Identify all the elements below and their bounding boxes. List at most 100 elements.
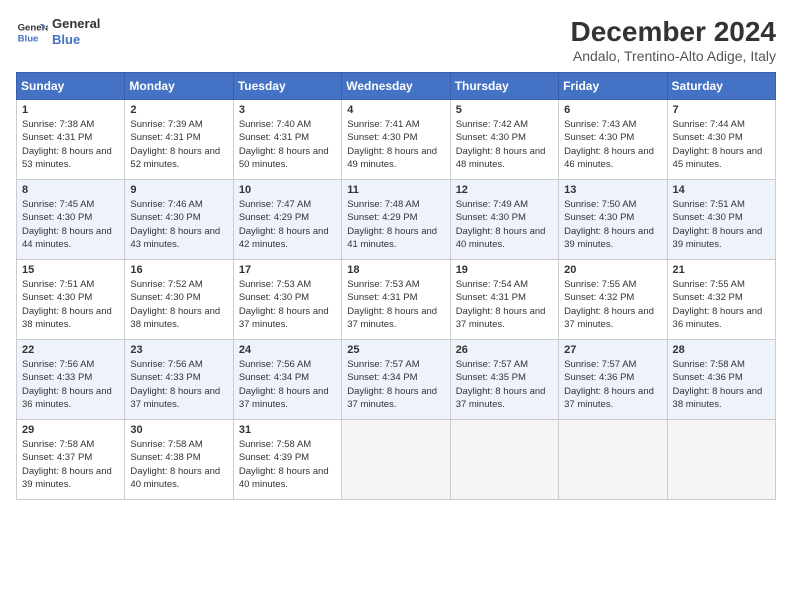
day-number: 3 [239, 104, 336, 116]
day-number: 17 [239, 264, 336, 276]
day-cell: 30 Sunrise: 7:58 AMSunset: 4:38 PMDayligh… [125, 420, 233, 500]
day-cell: 10 Sunrise: 7:47 AMSunset: 4:29 PMDayligh… [233, 180, 341, 260]
day-number: 26 [456, 344, 553, 356]
logo-text-blue: Blue [52, 32, 100, 48]
col-header-tuesday: Tuesday [233, 73, 341, 100]
day-info: Sunrise: 7:48 AMSunset: 4:29 PMDaylight:… [347, 198, 444, 251]
day-cell: 26 Sunrise: 7:57 AMSunset: 4:35 PMDayligh… [450, 340, 558, 420]
day-number: 30 [130, 424, 227, 436]
location-title: Andalo, Trentino-Alto Adige, Italy [571, 48, 776, 64]
day-number: 2 [130, 104, 227, 116]
day-cell: 11 Sunrise: 7:48 AMSunset: 4:29 PMDayligh… [342, 180, 450, 260]
day-info: Sunrise: 7:55 AMSunset: 4:32 PMDaylight:… [673, 278, 770, 331]
day-info: Sunrise: 7:51 AMSunset: 4:30 PMDaylight:… [22, 278, 119, 331]
day-number: 20 [564, 264, 661, 276]
day-info: Sunrise: 7:40 AMSunset: 4:31 PMDaylight:… [239, 118, 336, 171]
day-cell [450, 420, 558, 500]
day-cell: 27Sunrise: 7:57 AMSunset: 4:36 PMDayligh… [559, 340, 667, 420]
day-cell: 19 Sunrise: 7:54 AMSunset: 4:31 PMDayligh… [450, 260, 558, 340]
day-info: Sunrise: 7:46 AMSunset: 4:30 PMDaylight:… [130, 198, 227, 251]
day-cell: 5 Sunrise: 7:42 AMSunset: 4:30 PMDaylight… [450, 100, 558, 180]
day-number: 25 [347, 344, 444, 356]
logo-icon: General Blue [16, 16, 48, 48]
day-info: Sunrise: 7:50 AMSunset: 4:30 PMDaylight:… [564, 198, 661, 251]
day-number: 12 [456, 184, 553, 196]
day-cell: 28Sunrise: 7:58 AMSunset: 4:36 PMDayligh… [667, 340, 775, 420]
day-info: Sunrise: 7:58 AMSunset: 4:38 PMDaylight:… [130, 438, 227, 491]
day-info: Sunrise: 7:42 AMSunset: 4:30 PMDaylight:… [456, 118, 553, 171]
day-number: 10 [239, 184, 336, 196]
day-cell: 21 Sunrise: 7:55 AMSunset: 4:32 PMDayligh… [667, 260, 775, 340]
col-header-saturday: Saturday [667, 73, 775, 100]
col-header-wednesday: Wednesday [342, 73, 450, 100]
day-info: Sunrise: 7:56 AMSunset: 4:34 PMDaylight:… [239, 358, 336, 411]
day-number: 22 [22, 344, 119, 356]
day-number: 9 [130, 184, 227, 196]
day-number: 5 [456, 104, 553, 116]
day-info: Sunrise: 7:51 AMSunset: 4:30 PMDaylight:… [673, 198, 770, 251]
day-info: Sunrise: 7:53 AMSunset: 4:31 PMDaylight:… [347, 278, 444, 331]
day-info: Sunrise: 7:52 AMSunset: 4:30 PMDaylight:… [130, 278, 227, 331]
day-number: 31 [239, 424, 336, 436]
day-cell: 31 Sunrise: 7:58 AMSunset: 4:39 PMDayligh… [233, 420, 341, 500]
day-number: 27 [564, 344, 661, 356]
day-number: 6 [564, 104, 661, 116]
day-cell: 9 Sunrise: 7:46 AMSunset: 4:30 PMDaylight… [125, 180, 233, 260]
week-row-1: 1Sunrise: 7:38 AMSunset: 4:31 PMDaylight… [17, 100, 776, 180]
day-info: Sunrise: 7:44 AMSunset: 4:30 PMDaylight:… [673, 118, 770, 171]
day-info: Sunrise: 7:45 AMSunset: 4:30 PMDaylight:… [22, 198, 119, 251]
day-cell: 16Sunrise: 7:52 AMSunset: 4:30 PMDayligh… [125, 260, 233, 340]
week-row-5: 29 Sunrise: 7:58 AMSunset: 4:37 PMDayligh… [17, 420, 776, 500]
day-cell: 22Sunrise: 7:56 AMSunset: 4:33 PMDayligh… [17, 340, 125, 420]
day-cell: 3 Sunrise: 7:40 AMSunset: 4:31 PMDaylight… [233, 100, 341, 180]
day-cell: 29 Sunrise: 7:58 AMSunset: 4:37 PMDayligh… [17, 420, 125, 500]
day-cell: 25 Sunrise: 7:57 AMSunset: 4:34 PMDayligh… [342, 340, 450, 420]
day-info: Sunrise: 7:58 AMSunset: 4:37 PMDaylight:… [22, 438, 119, 491]
day-info: Sunrise: 7:56 AMSunset: 4:33 PMDaylight:… [130, 358, 227, 411]
day-number: 21 [673, 264, 770, 276]
day-number: 28 [673, 344, 770, 356]
svg-text:Blue: Blue [18, 34, 39, 45]
day-cell: 7 Sunrise: 7:44 AMSunset: 4:30 PMDaylight… [667, 100, 775, 180]
day-info: Sunrise: 7:57 AMSunset: 4:34 PMDaylight:… [347, 358, 444, 411]
week-row-2: 8Sunrise: 7:45 AMSunset: 4:30 PMDaylight… [17, 180, 776, 260]
logo-text-general: General [52, 16, 100, 32]
day-number: 23 [130, 344, 227, 356]
day-cell: 6 Sunrise: 7:43 AMSunset: 4:30 PMDaylight… [559, 100, 667, 180]
day-info: Sunrise: 7:43 AMSunset: 4:30 PMDaylight:… [564, 118, 661, 171]
month-title: December 2024 [571, 16, 776, 48]
title-area: December 2024 Andalo, Trentino-Alto Adig… [571, 16, 776, 64]
day-cell: 23 Sunrise: 7:56 AMSunset: 4:33 PMDayligh… [125, 340, 233, 420]
calendar-header-row: SundayMondayTuesdayWednesdayThursdayFrid… [17, 73, 776, 100]
day-number: 7 [673, 104, 770, 116]
day-number: 15 [22, 264, 119, 276]
header: General Blue General Blue December 2024 … [16, 16, 776, 64]
col-header-thursday: Thursday [450, 73, 558, 100]
col-header-monday: Monday [125, 73, 233, 100]
day-info: Sunrise: 7:58 AMSunset: 4:39 PMDaylight:… [239, 438, 336, 491]
day-number: 4 [347, 104, 444, 116]
day-cell [667, 420, 775, 500]
day-number: 13 [564, 184, 661, 196]
day-number: 1 [22, 104, 119, 116]
day-cell: 12 Sunrise: 7:49 AMSunset: 4:30 PMDayligh… [450, 180, 558, 260]
day-cell: 18 Sunrise: 7:53 AMSunset: 4:31 PMDayligh… [342, 260, 450, 340]
calendar-table: SundayMondayTuesdayWednesdayThursdayFrid… [16, 72, 776, 500]
day-number: 18 [347, 264, 444, 276]
day-info: Sunrise: 7:57 AMSunset: 4:35 PMDaylight:… [456, 358, 553, 411]
week-row-4: 22 Sunrise: 7:56 AMSunset: 4:33 PMDayligh… [17, 340, 776, 420]
day-number: 19 [456, 264, 553, 276]
day-info: Sunrise: 7:49 AMSunset: 4:30 PMDaylight:… [456, 198, 553, 251]
day-number: 29 [22, 424, 119, 436]
day-cell: 8Sunrise: 7:45 AMSunset: 4:30 PMDaylight… [17, 180, 125, 260]
day-cell: 15 Sunrise: 7:51 AMSunset: 4:30 PMDayligh… [17, 260, 125, 340]
day-info: Sunrise: 7:54 AMSunset: 4:31 PMDaylight:… [456, 278, 553, 331]
day-number: 24 [239, 344, 336, 356]
day-number: 11 [347, 184, 444, 196]
day-cell: 13 Sunrise: 7:50 AMSunset: 4:30 PMDayligh… [559, 180, 667, 260]
day-info: Sunrise: 7:53 AMSunset: 4:30 PMDaylight:… [239, 278, 336, 331]
day-info: Sunrise: 7:47 AMSunset: 4:29 PMDaylight:… [239, 198, 336, 251]
day-cell: 1Sunrise: 7:38 AMSunset: 4:31 PMDaylight… [17, 100, 125, 180]
day-cell: 24 Sunrise: 7:56 AMSunset: 4:34 PMDayligh… [233, 340, 341, 420]
day-cell [559, 420, 667, 500]
